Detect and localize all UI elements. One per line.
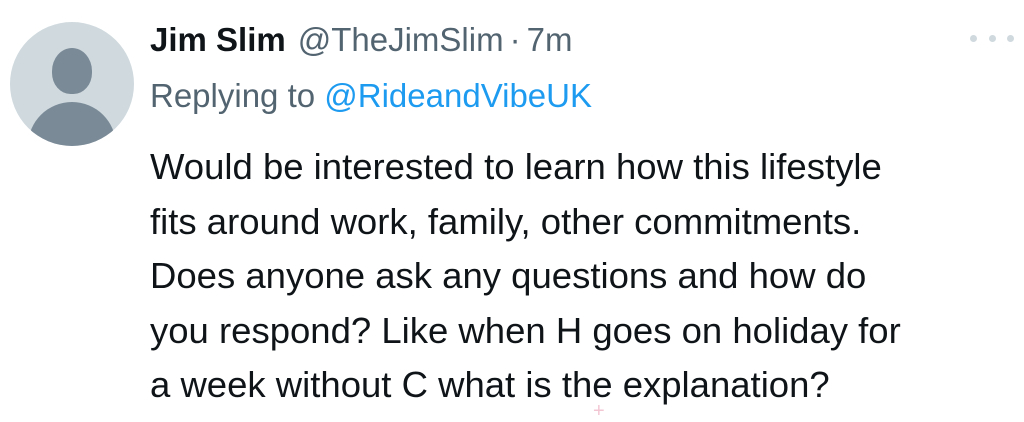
replying-to-label: Replying to xyxy=(150,77,325,114)
tweet-timestamp[interactable]: 7m xyxy=(527,16,573,64)
more-horizontal-icon[interactable] xyxy=(970,26,1014,50)
tweet-text-line: you respond? Like when H goes on holiday… xyxy=(150,309,901,351)
tweet-text-line: Would be interested to learn how this li… xyxy=(150,146,882,187)
avatar-shoulders-shape xyxy=(28,102,116,146)
user-handle[interactable]: @TheJimSlim xyxy=(298,16,504,64)
tweet-text-line: fits around work, family, other commitme… xyxy=(150,200,862,242)
more-dot-1 xyxy=(970,34,977,42)
more-dot-2 xyxy=(988,34,996,42)
replying-to-mention[interactable]: @RideandVibeUK xyxy=(324,77,592,114)
reply-tweet[interactable]: Jim Slim @TheJimSlim · 7m Replying to @R… xyxy=(0,0,1024,422)
tweet-text: Would be interested to learn how this li… xyxy=(150,140,1016,413)
faint-plus-mark: + xyxy=(593,400,605,422)
display-name[interactable]: Jim Slim xyxy=(150,16,286,64)
replying-to-line: Replying to @RideandVibeUK xyxy=(150,72,592,120)
avatar-head-shape xyxy=(52,48,92,94)
default-avatar-icon[interactable] xyxy=(10,22,134,146)
tweet-header: Jim Slim @TheJimSlim · 7m xyxy=(150,16,572,64)
separator-dot: · xyxy=(509,21,521,58)
tweet-text-line: a week without C what is the explanation… xyxy=(150,364,830,405)
tweet-text-line: Does anyone ask any questions and how do xyxy=(150,255,867,296)
more-dot-3 xyxy=(1007,34,1014,42)
